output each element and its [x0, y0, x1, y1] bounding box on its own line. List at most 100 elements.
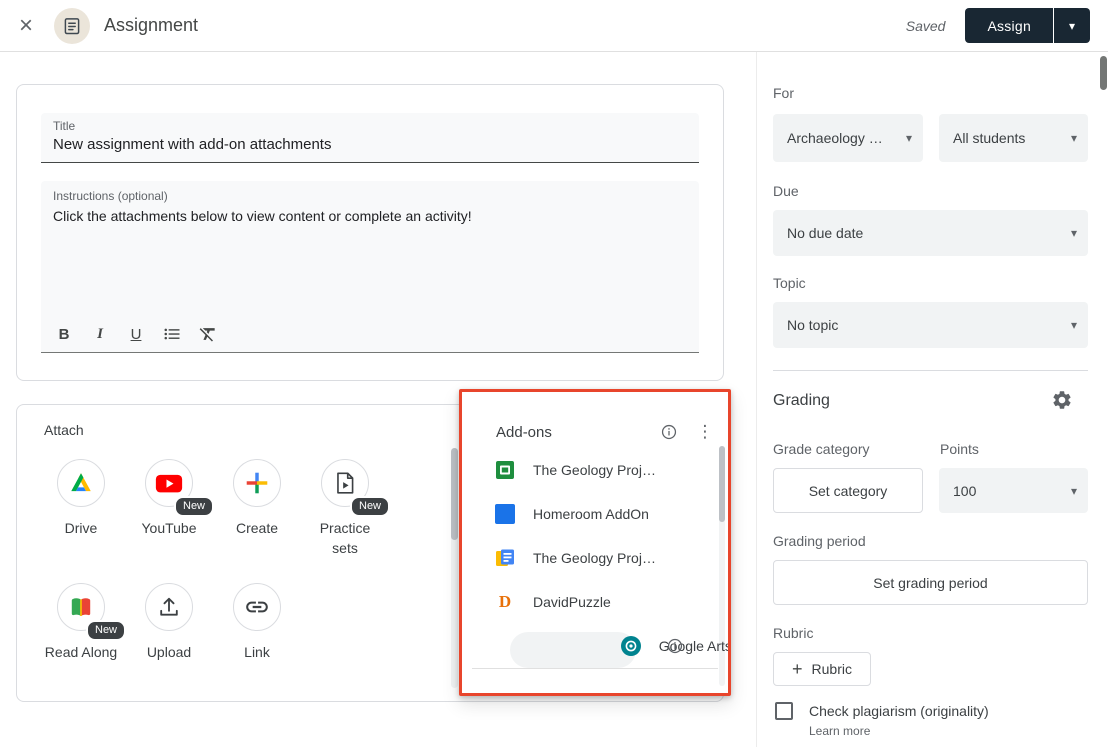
addon-item-davidpuzzle[interactable]: D DavidPuzzle — [462, 580, 728, 624]
attach-scrollbar-thumb[interactable] — [451, 448, 458, 540]
assignment-clipboard-icon — [61, 15, 83, 37]
format-toolbar: B I U — [49, 319, 223, 349]
bulleted-list-icon — [162, 324, 182, 344]
attach-item-youtube[interactable]: New YouTube — [125, 459, 213, 558]
assignment-editor: × Assignment Saved Assign ▾ Title New as… — [0, 0, 1108, 747]
attach-item-upload[interactable]: Upload — [125, 583, 213, 662]
selected-addon-highlight — [510, 632, 636, 668]
attach-row-2: New Read Along Upload Link — [37, 583, 301, 662]
due-date-select[interactable]: No due date ▾ — [773, 210, 1088, 256]
attach-scrollbar-track[interactable] — [451, 448, 458, 688]
new-badge: New — [174, 496, 214, 517]
due-label: Due — [773, 183, 799, 199]
grade-category-label: Grade category — [773, 441, 870, 457]
grading-period-label: Grading period — [773, 533, 866, 549]
attach-item-drive[interactable]: Drive — [37, 459, 125, 558]
assignment-type-badge — [54, 8, 90, 44]
grading-settings-button[interactable] — [1051, 389, 1073, 411]
set-grading-period-label: Set grading period — [873, 575, 987, 591]
addons-info-button[interactable] — [660, 423, 678, 441]
class-select-value: Archaeology … — [787, 130, 883, 146]
assign-button[interactable]: Assign — [965, 8, 1053, 43]
chevron-down-icon: ▾ — [1071, 131, 1077, 145]
close-icon: × — [19, 12, 33, 40]
new-badge: New — [350, 496, 390, 517]
title-field-value: New assignment with add-on attachments — [53, 136, 687, 153]
addons-footer-divider — [472, 668, 718, 669]
assignment-details-card: Title New assignment with add-on attachm… — [16, 84, 724, 381]
assign-dropdown-button[interactable]: ▾ — [1054, 8, 1090, 43]
title-field[interactable]: Title New assignment with add-on attachm… — [41, 113, 699, 163]
addon-item-label: The Geology Proj… — [533, 462, 656, 478]
attach-item-practice-sets[interactable]: New Practice sets — [301, 459, 389, 558]
rubric-button[interactable]: + Rubric — [773, 652, 871, 686]
italic-icon: I — [97, 326, 103, 343]
davidpuzzle-addon-icon: D — [495, 592, 515, 612]
plagiarism-checkbox[interactable] — [775, 702, 793, 720]
bold-icon: B — [59, 326, 70, 343]
set-category-select[interactable]: Set category — [773, 468, 923, 513]
addon-item-label: DavidPuzzle — [533, 594, 611, 610]
chevron-down-icon: ▾ — [1069, 19, 1075, 33]
link-icon — [233, 583, 281, 631]
clear-formatting-button[interactable] — [193, 319, 223, 349]
underline-button[interactable]: U — [121, 319, 151, 349]
title-field-label: Title — [53, 119, 687, 133]
for-label: For — [773, 85, 794, 101]
attach-item-label: Drive — [43, 518, 119, 538]
overflow-menu-icon: ⋮ — [696, 422, 714, 442]
chevron-down-icon: ▾ — [1071, 484, 1077, 498]
addons-scrollbar-thumb[interactable] — [719, 446, 725, 522]
topic-select-value: No topic — [787, 317, 838, 333]
grading-section-title: Grading — [773, 392, 830, 410]
assignment-options-sidebar: For Archaeology … ▾ All students ▾ Due N… — [756, 52, 1108, 747]
attach-section-label: Attach — [44, 422, 84, 438]
attach-item-label: YouTube — [131, 518, 207, 538]
instructions-field[interactable]: Instructions (optional) Click the attach… — [41, 181, 699, 353]
save-status: Saved — [906, 18, 946, 34]
topic-select[interactable]: No topic ▾ — [773, 302, 1088, 348]
addons-overflow-button[interactable]: ⋮ — [696, 422, 714, 442]
due-date-select-value: No due date — [787, 225, 863, 241]
instructions-field-label: Instructions (optional) — [41, 181, 699, 203]
students-select-value: All students — [953, 130, 1025, 146]
addon-item-label: Homeroom AddOn — [533, 506, 649, 522]
addon-item-geology-1[interactable]: The Geology Proj… — [462, 448, 728, 492]
info-icon — [660, 423, 678, 441]
attach-item-create[interactable]: Create — [213, 459, 301, 558]
addon-item-geology-2[interactable]: The Geology Proj… — [462, 536, 728, 580]
attach-item-label: Read Along — [43, 642, 119, 662]
points-label: Points — [940, 441, 979, 457]
page-scrollbar-thumb[interactable] — [1100, 56, 1107, 90]
set-category-value: Set category — [809, 483, 888, 499]
addon-item-google-arts-culture[interactable]: Google Arts & Cu… — [462, 624, 728, 668]
learn-more-link[interactable]: Learn more — [809, 724, 870, 738]
plagiarism-label: Check plagiarism (originality) — [809, 703, 989, 719]
clear-formatting-icon — [198, 324, 218, 344]
points-select-value: 100 — [953, 483, 976, 499]
class-select[interactable]: Archaeology … ▾ — [773, 114, 923, 162]
drive-icon — [57, 459, 105, 507]
plus-icon: + — [792, 659, 803, 680]
students-select[interactable]: All students ▾ — [939, 114, 1088, 162]
addon-item-homeroom[interactable]: Homeroom AddOn — [462, 492, 728, 536]
chevron-down-icon: ▾ — [1071, 226, 1077, 240]
bold-button[interactable]: B — [49, 319, 79, 349]
geology-addon-icon-2 — [495, 548, 515, 568]
set-grading-period-button[interactable]: Set grading period — [773, 560, 1088, 605]
grading-section-divider — [773, 370, 1088, 371]
new-badge: New — [86, 620, 126, 641]
homeroom-addon-icon — [495, 504, 515, 524]
points-select[interactable]: 100 ▾ — [939, 468, 1088, 513]
instructions-field-value: Click the attachments below to view cont… — [41, 203, 699, 224]
assign-split-button: Assign ▾ — [965, 8, 1090, 43]
addons-header: Add-ons ⋮ — [462, 392, 728, 448]
close-button[interactable]: × — [10, 10, 42, 42]
addons-title: Add-ons — [496, 424, 552, 441]
attach-item-read-along[interactable]: New Read Along — [37, 583, 125, 662]
bulleted-list-button[interactable] — [157, 319, 187, 349]
attach-item-link[interactable]: Link — [213, 583, 301, 662]
rubric-button-label: Rubric — [812, 661, 852, 677]
addon-info-button[interactable] — [666, 637, 684, 655]
italic-button[interactable]: I — [85, 319, 115, 349]
